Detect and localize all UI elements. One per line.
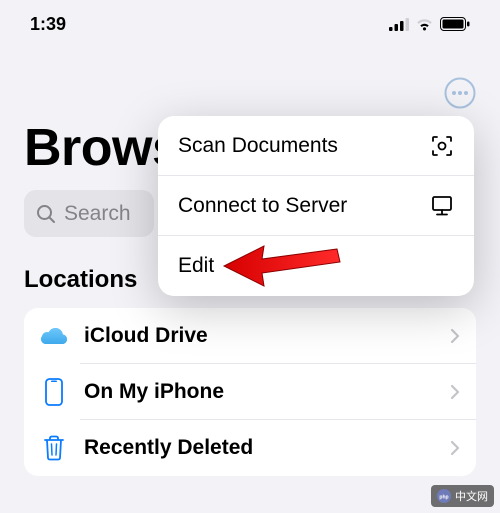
chevron-right-icon	[450, 384, 460, 400]
list-item-recently-deleted[interactable]: Recently Deleted	[24, 420, 476, 476]
menu-item-label: Scan Documents	[178, 134, 338, 158]
context-menu: Scan Documents Connect to Server Edit	[158, 116, 474, 296]
ellipsis-circle-icon	[444, 77, 476, 109]
search-input[interactable]: Search	[24, 190, 154, 237]
watermark-text: 中文网	[455, 488, 488, 504]
menu-item-label: Edit	[178, 254, 214, 278]
search-icon	[36, 204, 56, 224]
cellular-signal-icon	[389, 18, 409, 31]
menu-item-scan-documents[interactable]: Scan Documents	[158, 116, 474, 176]
svg-text:php: php	[439, 495, 448, 501]
list-item-on-my-iphone[interactable]: On My iPhone	[24, 364, 476, 420]
scan-icon	[430, 134, 454, 158]
wifi-icon	[415, 17, 434, 31]
php-logo-icon: php	[437, 489, 451, 503]
list-item-label: Recently Deleted	[84, 436, 434, 460]
watermark: php 中文网	[431, 485, 494, 507]
status-time: 1:39	[30, 14, 66, 35]
locations-list: iCloud Drive On My iPhone Recently Delet…	[24, 308, 476, 476]
locations-section-title: Locations	[24, 266, 137, 294]
chevron-right-icon	[450, 328, 460, 344]
search-placeholder: Search	[64, 202, 131, 226]
menu-item-label: Connect to Server	[178, 194, 347, 218]
chevron-right-icon	[450, 440, 460, 456]
icloud-icon	[40, 322, 68, 350]
trash-icon	[40, 434, 68, 462]
status-icons	[389, 17, 470, 31]
more-options-button[interactable]	[442, 75, 478, 111]
status-bar: 1:39	[0, 0, 500, 44]
list-item-label: iCloud Drive	[84, 324, 434, 348]
battery-icon	[440, 17, 470, 31]
server-icon	[430, 194, 454, 218]
menu-item-connect-to-server[interactable]: Connect to Server	[158, 176, 474, 236]
list-item-icloud-drive[interactable]: iCloud Drive	[24, 308, 476, 364]
iphone-icon	[40, 378, 68, 406]
list-item-label: On My iPhone	[84, 380, 434, 404]
menu-item-edit[interactable]: Edit	[158, 236, 474, 296]
